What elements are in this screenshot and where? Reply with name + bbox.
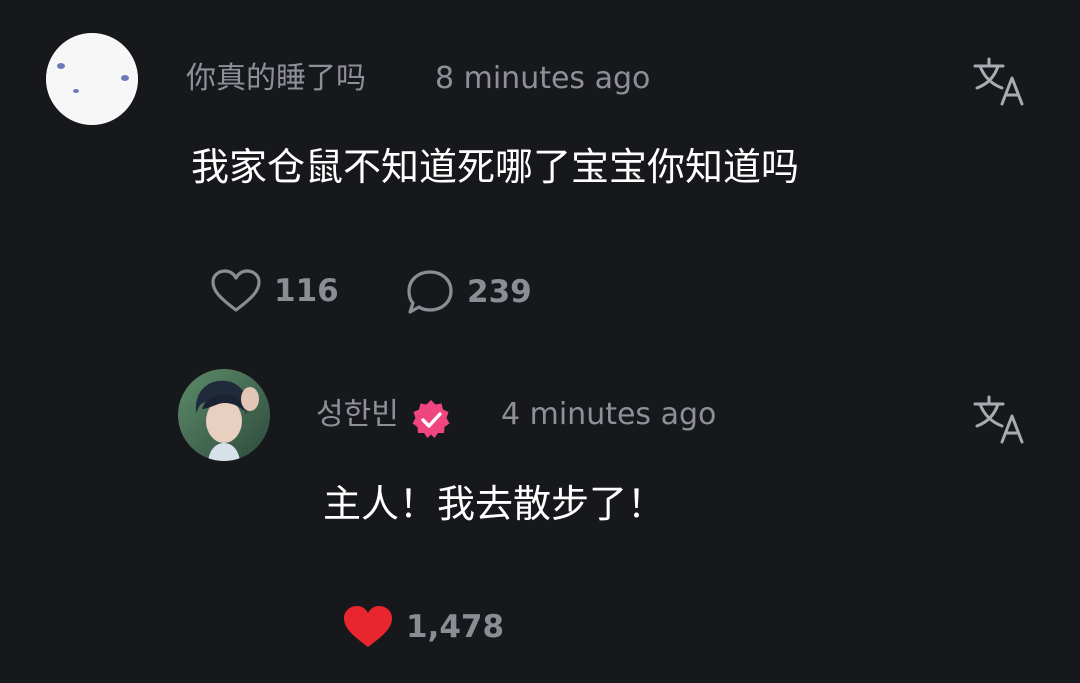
heart-icon (344, 606, 392, 647)
translate-button[interactable] (972, 56, 1028, 108)
reply-text: 主人！我去散步了！ (323, 482, 666, 526)
like-button[interactable]: 116 (210, 268, 339, 314)
translate-button[interactable] (972, 394, 1028, 446)
commenter-username[interactable]: 你真的睡了吗 (186, 64, 366, 94)
comment-text: 我家仓鼠不知道死哪了宝宝你知道吗 (191, 145, 800, 189)
commenter-avatar[interactable] (46, 33, 138, 125)
reply-count: 239 (467, 273, 532, 310)
heart-icon (211, 269, 261, 312)
translate-icon (973, 57, 1024, 106)
replier-username[interactable]: 성한빈 (316, 400, 399, 430)
replier-avatar[interactable] (178, 369, 270, 461)
like-count: 116 (274, 272, 339, 309)
comment-timestamp: 8 minutes ago (435, 61, 651, 96)
like-button[interactable]: 1,478 (342, 604, 504, 650)
verified-badge (409, 398, 453, 442)
like-count: 1,478 (406, 608, 505, 645)
comment-bubble-icon (407, 270, 453, 314)
reply-button[interactable]: 239 (405, 268, 532, 316)
verified-badge-icon (412, 400, 450, 438)
reply-timestamp: 4 minutes ago (501, 397, 717, 432)
translate-icon (973, 395, 1024, 444)
